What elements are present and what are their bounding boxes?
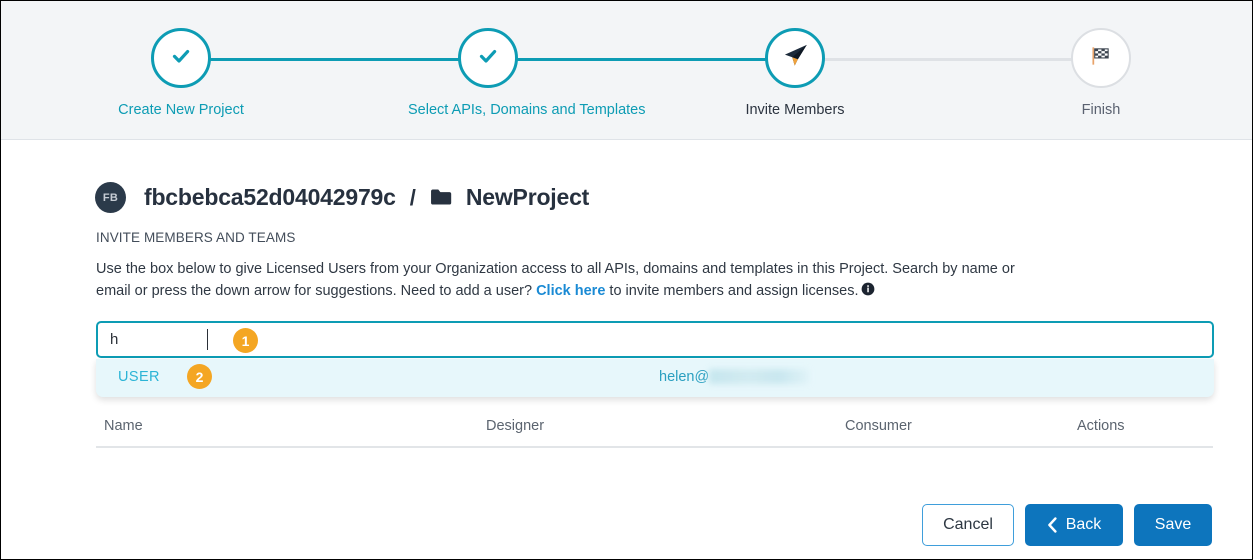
stepper-track: Create New Project Select APIs, Domains … bbox=[1, 1, 1252, 139]
breadcrumb-separator: / bbox=[409, 184, 416, 210]
cancel-button[interactable]: Cancel bbox=[922, 504, 1014, 546]
save-button[interactable]: Save bbox=[1134, 504, 1212, 546]
step-circle-1 bbox=[151, 28, 211, 88]
wizard-stepper: Create New Project Select APIs, Domains … bbox=[1, 1, 1252, 140]
annotation-badge-2: 2 bbox=[187, 364, 212, 389]
section-description: Use the box below to give Licensed Users… bbox=[96, 258, 1026, 303]
step-label-2: Select APIs, Domains and Templates bbox=[408, 102, 646, 118]
click-here-link[interactable]: Click here bbox=[536, 283, 605, 299]
member-search-input[interactable] bbox=[96, 321, 1214, 358]
suggestion-email-prefix: helen@ bbox=[659, 369, 710, 385]
main-content: FB fbcbebca52d04042979c / NewProject INV… bbox=[1, 182, 1252, 448]
description-text-part2: to invite members and assign licenses. bbox=[605, 283, 859, 299]
step-label-1: Create New Project bbox=[118, 102, 244, 118]
wizard-footer-actions: Cancel Back Save bbox=[922, 504, 1212, 546]
project-members-table: Name Designer Consumer Actions bbox=[96, 418, 1213, 448]
stepper-step-invite-members[interactable]: Invite Members bbox=[715, 28, 875, 119]
suggestion-group-label: USER bbox=[118, 369, 160, 385]
step-circle-3 bbox=[765, 28, 825, 88]
back-button-label: Back bbox=[1065, 516, 1102, 533]
avatar: FB bbox=[95, 182, 126, 213]
step-circle-2 bbox=[458, 28, 518, 88]
stepper-step-finish[interactable]: Finish bbox=[1021, 28, 1181, 119]
stepper-step-select-apis[interactable]: Select APIs, Domains and Templates bbox=[408, 28, 646, 119]
redacted-email-domain bbox=[709, 369, 810, 384]
info-icon[interactable] bbox=[861, 281, 875, 303]
section-caption: INVITE MEMBERS AND TEAMS bbox=[96, 230, 296, 245]
annotation-badge-1: 1 bbox=[233, 328, 258, 353]
step-label-3: Invite Members bbox=[745, 102, 845, 118]
back-button[interactable]: Back bbox=[1025, 504, 1123, 546]
paper-plane-icon bbox=[782, 42, 809, 74]
breadcrumb-project-name[interactable]: NewProject bbox=[466, 184, 589, 211]
text-cursor bbox=[207, 329, 208, 350]
check-icon bbox=[476, 44, 500, 73]
checkered-flag-icon bbox=[1088, 43, 1114, 74]
table-header-row: Name Designer Consumer Actions bbox=[96, 418, 1213, 448]
breadcrumb: FB fbcbebca52d04042979c / NewProject bbox=[95, 182, 1252, 213]
search-suggestions-dropdown[interactable]: USER 2 helen@ bbox=[96, 359, 1214, 397]
step-label-4: Finish bbox=[1081, 102, 1121, 118]
step-circle-4 bbox=[1071, 28, 1131, 88]
chevron-left-icon bbox=[1047, 517, 1058, 533]
column-header-name: Name bbox=[104, 418, 143, 434]
folder-icon bbox=[430, 188, 453, 207]
column-header-designer: Designer bbox=[486, 418, 545, 434]
column-header-consumer: Consumer bbox=[845, 418, 912, 434]
column-header-actions: Actions bbox=[1077, 418, 1125, 434]
suggestion-item[interactable]: USER 2 helen@ bbox=[96, 359, 1214, 397]
invite-members-wizard-screen: Create New Project Select APIs, Domains … bbox=[0, 0, 1253, 560]
breadcrumb-organization-id[interactable]: fbcbebca52d04042979c bbox=[144, 184, 396, 211]
stepper-step-create-new-project[interactable]: Create New Project bbox=[101, 28, 261, 119]
check-icon bbox=[169, 44, 193, 73]
member-search-container: 1 bbox=[96, 321, 1214, 358]
suggestion-email[interactable]: helen@ bbox=[659, 369, 810, 385]
